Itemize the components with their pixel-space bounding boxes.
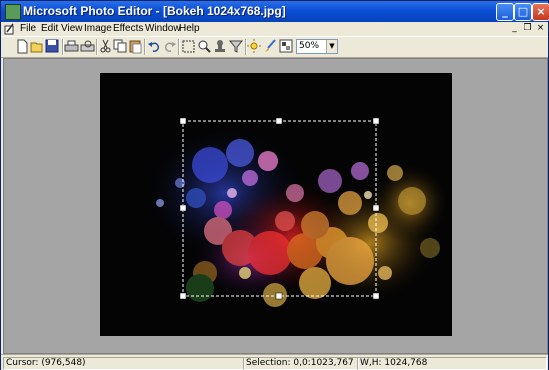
menu-edit[interactable]: Edit [41,23,58,34]
paste-icon[interactable] [128,39,143,54]
bokeh-image [100,73,452,336]
toolbar-separator [144,39,146,55]
menu-bar: File Edit View Image Effects Window Help… [1,22,548,36]
window-title: Microsoft Photo Editor - [Bokeh 1024x768… [23,4,286,18]
status-bar: Cursor: (976,548) Selection: 0,0:1023,76… [1,354,548,370]
title-bar[interactable]: Microsoft Photo Editor - [Bokeh 1024x768… [1,1,549,22]
new-icon[interactable] [15,39,30,54]
cut-icon[interactable] [98,39,113,54]
minimize-button[interactable]: _ [496,3,514,21]
zoom-select[interactable]: 50% ▼ [296,39,338,54]
status-size: W,H: 1024,768 [357,357,547,370]
copy-icon[interactable] [113,39,128,54]
image-balance-icon[interactable] [279,39,294,54]
menu-image[interactable]: Image [84,23,112,34]
stamp-icon[interactable] [213,39,228,54]
redo-icon[interactable] [162,39,177,54]
doc-close-button[interactable]: × [535,23,546,34]
status-selection: Selection: 0,0:1023,767 [243,357,359,370]
menu-help[interactable]: Help [179,23,200,34]
zoom-value: 50% [299,41,320,51]
doc-restore-button[interactable]: ❐ [522,23,533,34]
select-icon[interactable] [181,39,196,54]
save-icon[interactable] [45,39,60,54]
menu-file[interactable]: File [20,23,36,34]
zoom-icon[interactable] [197,39,212,54]
chevron-down-icon[interactable]: ▼ [326,40,337,53]
document-icon[interactable] [4,23,16,35]
maximize-button[interactable]: □ [514,3,532,21]
doc-minimize-button[interactable]: _ [509,23,520,34]
funnel-icon[interactable] [229,39,244,54]
menu-view[interactable]: View [61,23,83,34]
toolbar-separator [178,39,180,55]
brush-icon[interactable] [263,39,278,54]
image-canvas[interactable] [100,73,452,336]
toolbar: 50% ▼ [1,36,548,58]
status-cursor: Cursor: (976,548) [3,357,245,370]
print-preview-icon[interactable] [80,39,95,54]
open-icon[interactable] [30,39,45,54]
menu-effects[interactable]: Effects [113,23,143,34]
app-window: Microsoft Photo Editor - [Bokeh 1024x768… [0,0,549,370]
menu-window[interactable]: Window [145,23,181,34]
print-icon[interactable] [64,39,79,54]
undo-icon[interactable] [147,39,162,54]
sun-icon[interactable] [247,39,262,54]
close-button[interactable]: × [532,3,549,21]
document-workspace [3,58,548,354]
app-icon[interactable] [5,4,21,20]
